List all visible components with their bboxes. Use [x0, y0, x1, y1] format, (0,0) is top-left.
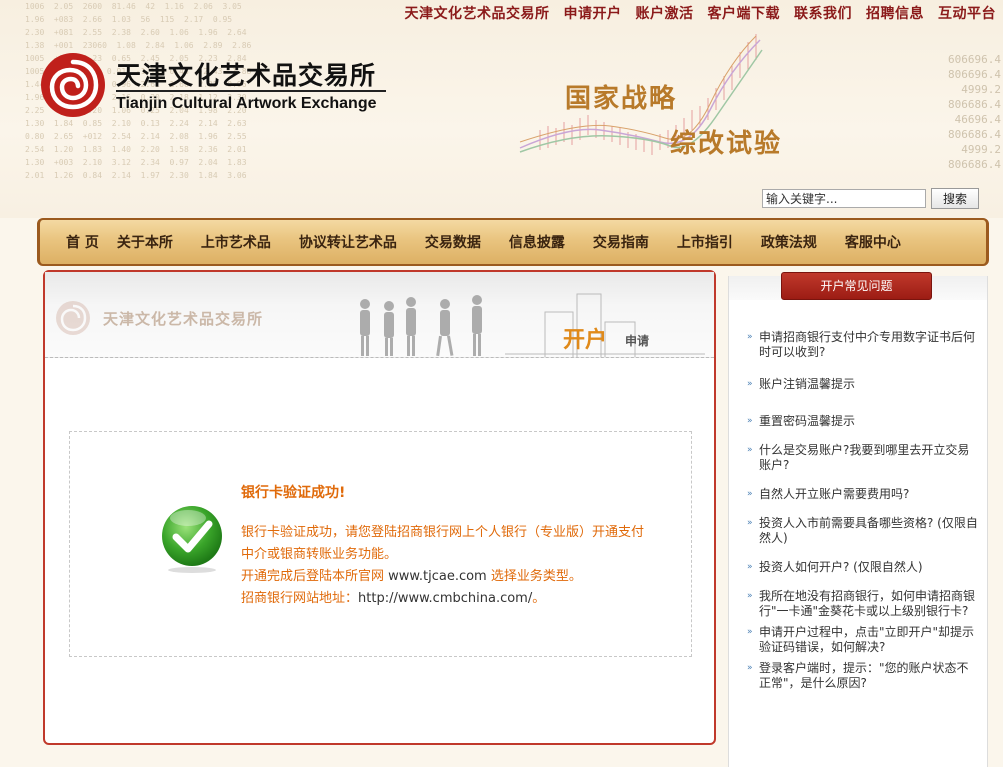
verification-message-box: 银行卡验证成功! 银行卡验证成功，请您登陆招商银行网上个人银行（专业版）开通支付… [69, 431, 692, 657]
faq-item[interactable]: » 投资人入市前需要具备哪些资格? (仅限自然人) [747, 516, 979, 546]
nav-item-listing-guide[interactable]: 上市指引 [677, 232, 733, 252]
page-title: 开户 [563, 327, 608, 353]
faq-item[interactable]: » 我所在地没有招商银行，如何申请招商银行"一卡通"金葵花卡或以上级别银行卡? [747, 589, 979, 619]
top-link-apply-account[interactable]: 申请开户 [557, 3, 629, 23]
main-nav: 首 页 关于本所 上市艺术品 协议转让艺术品 交易数据 信息披露 交易指南 上市… [37, 218, 989, 266]
exchange-logo-icon[interactable] [40, 52, 106, 118]
top-link-interactive[interactable]: 互动平台 [931, 3, 1003, 23]
success-check-icon [162, 506, 222, 573]
watermark-logo-icon [56, 301, 90, 335]
double-arrow-icon: » [747, 591, 753, 601]
nav-item-trade-guide[interactable]: 交易指南 [593, 232, 649, 252]
message-text: 开通完成后登陆本所官网 [241, 569, 385, 584]
verification-success-title: 银行卡验证成功! [241, 485, 346, 501]
faq-tab[interactable]: 开户常见问题 [781, 272, 932, 300]
nav-item-trade-data[interactable]: 交易数据 [425, 232, 481, 252]
message-text: 。 [532, 591, 546, 606]
official-site-link[interactable]: www.tjcae.com [388, 569, 487, 584]
faq-text: 我所在地没有招商银行，如何申请招商银行"一卡通"金葵花卡或以上级别银行卡? [759, 589, 976, 618]
faq-item[interactable]: » 自然人开立账户需要费用吗? [747, 487, 979, 502]
faq-item[interactable]: » 账户注销温馨提示 [747, 377, 979, 392]
nav-item-agreement-transfer[interactable]: 协议转让艺术品 [299, 232, 397, 252]
faq-text: 自然人开立账户需要费用吗? [759, 487, 910, 501]
top-link-activate-account[interactable]: 账户激活 [629, 3, 701, 23]
double-arrow-icon: » [747, 627, 753, 637]
panel-header: 天津文化艺术品交易所 开户 申请 [45, 272, 714, 358]
faq-sidebar: 开户常见问题 » 申请招商银行支付中介专用数字证书后何时可以收到? » 账户注销温馨… [728, 272, 988, 767]
nav-items: 首 页 关于本所 上市艺术品 协议转让艺术品 交易数据 信息披露 交易指南 上市… [66, 232, 901, 252]
double-arrow-icon: » [747, 562, 753, 572]
message-line: 招商银行网站地址：http://www.cmbchina.com/。 [241, 588, 651, 610]
logo-title-cn: 天津文化艺术品交易所 [116, 61, 377, 90]
faq-text: 账户注销温馨提示 [759, 377, 856, 391]
double-arrow-icon: » [747, 379, 753, 389]
faq-item[interactable]: » 什么是交易账户?我要到哪里去开立交易账户? [747, 443, 979, 473]
double-arrow-icon: » [747, 489, 753, 499]
nav-item-home[interactable]: 首 页 [66, 232, 99, 252]
slogan-national-strategy: 国家战略 [565, 84, 678, 114]
message-line: 开通完成后登陆本所官网 www.tjcae.com 选择业务类型。 [241, 566, 651, 588]
nav-item-listed-artworks[interactable]: 上市艺术品 [201, 232, 271, 252]
faq-list: » 申请招商银行支付中介专用数字证书后何时可以收到? » 账户注销温馨提示 » 重置密… [747, 330, 979, 691]
double-arrow-icon: » [747, 445, 753, 455]
logo-title-en: Tianjin Cultural Artwork Exchange [116, 95, 377, 112]
message-line: 银行卡验证成功，请您登陆招商银行网上个人银行（专业版）开通支付中介或银商转账业务… [241, 525, 645, 562]
faq-text: 登录客户端时，提示："您的账户状态不正常"，是什么原因? [759, 661, 969, 690]
faq-text: 申请开户过程中，点击"立即开户"却提示验证码错误，如何解决? [759, 625, 975, 654]
faq-item[interactable]: » 申请开户过程中，点击"立即开户"却提示验证码错误，如何解决? [747, 625, 979, 655]
watermark-text: 天津文化艺术品交易所 [103, 310, 264, 328]
top-link-client-download[interactable]: 客户端下载 [701, 3, 788, 23]
message-text: 招商银行网站地址： [241, 591, 359, 606]
faq-text: 投资人如何开户? (仅限自然人) [759, 560, 923, 574]
faq-text: 投资人入市前需要具备哪些资格? (仅限自然人) [759, 516, 978, 545]
top-link-jobs[interactable]: 招聘信息 [859, 3, 931, 23]
search-input[interactable] [762, 189, 926, 208]
top-link-home[interactable]: 天津文化艺术品交易所 [398, 3, 557, 23]
faq-text: 申请招商银行支付中介专用数字证书后何时可以收到? [759, 330, 976, 359]
verification-message-body: 银行卡验证成功，请您登陆招商银行网上个人银行（专业版）开通支付中介或银商转账业务… [241, 522, 651, 610]
double-arrow-icon: » [747, 518, 753, 528]
nav-item-policy[interactable]: 政策法规 [761, 232, 817, 252]
faq-text: 重置密码温馨提示 [759, 414, 856, 428]
double-arrow-icon: » [747, 416, 753, 426]
search-button[interactable]: 搜索 [931, 188, 979, 209]
top-link-contact[interactable]: 联系我们 [787, 3, 859, 23]
top-links: 天津文化艺术品交易所 申请开户 账户激活 客户端下载 联系我们 招聘信息 互动平… [398, 3, 1003, 23]
nav-item-about[interactable]: 关于本所 [117, 232, 173, 252]
double-arrow-icon: » [747, 332, 753, 342]
cmb-site-link[interactable]: http://www.cmbchina.com/ [358, 591, 532, 606]
nav-item-disclosure[interactable]: 信息披露 [509, 232, 565, 252]
slogan-reform-pilot: 综改试验 [670, 129, 783, 159]
faq-item[interactable]: » 重置密码温馨提示 [747, 414, 979, 429]
site-header: 1006 2.05 2600 81.46 42 1.16 2.06 3.05 1… [0, 0, 1003, 218]
logo-divider [116, 90, 386, 92]
page-subtitle: 申请 [625, 334, 650, 348]
faq-item[interactable]: » 申请招商银行支付中介专用数字证书后何时可以收到? [747, 330, 979, 360]
double-arrow-icon: » [747, 663, 753, 673]
faq-item[interactable]: » 登录客户端时，提示："您的账户状态不正常"，是什么原因? [747, 661, 979, 691]
main-panel: 天津文化艺术品交易所 开户 申请 银行卡验证成功! 银行卡验证成功，请您登陆招商… [43, 270, 716, 745]
faq-text: 什么是交易账户?我要到哪里去开立交易账户? [759, 443, 970, 472]
nav-item-service-center[interactable]: 客服中心 [845, 232, 901, 252]
business-people-icon [360, 293, 705, 357]
faq-item[interactable]: » 投资人如何开户? (仅限自然人) [747, 560, 979, 575]
select-business-type-link[interactable]: 选择业务类型。 [491, 569, 582, 584]
